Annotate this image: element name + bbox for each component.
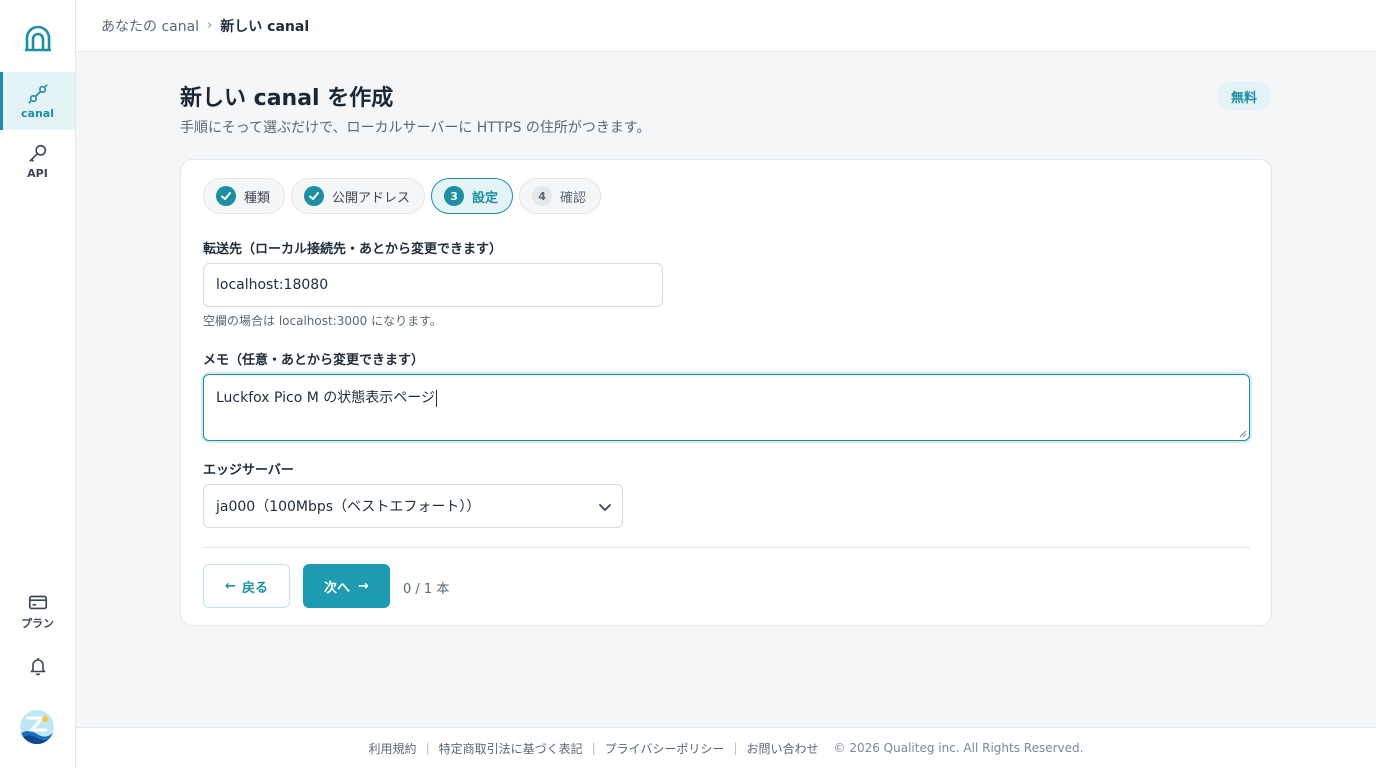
step-number: 3 <box>444 186 465 206</box>
plan-badge: 無料 <box>1217 81 1271 111</box>
page-subtitle: 手順にそって選ぶだけで、ローカルサーバーに HTTPS の住所がつきます。 <box>180 120 651 136</box>
sidebar-item-plan[interactable]: プラン <box>0 582 75 640</box>
step-label: 設定 <box>472 190 499 206</box>
footer-separator: | <box>591 741 596 755</box>
step-label: 公開アドレス <box>332 190 411 206</box>
wizard-card: 種類 公開アドレス 3 設定 4 確認 転送先（ローカル接続先・あとから変更でき… <box>180 159 1272 626</box>
link-icon <box>27 83 48 104</box>
footer-link-privacy[interactable]: プライバシーポリシー <box>605 740 725 757</box>
footer-separator: | <box>733 741 738 755</box>
sidebar: canal API プラン <box>0 0 76 768</box>
next-button-label: 次へ <box>324 580 351 596</box>
memo-value: Luckfox Pico M の状態表示ページ <box>216 390 436 406</box>
sidebar-item-api[interactable]: API <box>0 132 75 190</box>
key-icon <box>28 144 46 162</box>
check-icon <box>216 186 236 206</box>
step-label: 確認 <box>560 190 587 206</box>
memo-textarea[interactable]: Luckfox Pico M の状態表示ページ <box>203 374 1250 441</box>
next-button[interactable]: 次へ → <box>303 564 390 608</box>
step-public-address[interactable]: 公開アドレス <box>291 178 426 214</box>
step-confirm[interactable]: 4 確認 <box>519 178 602 214</box>
step-indicator: 種類 公開アドレス 3 設定 4 確認 <box>203 178 602 214</box>
bell-icon[interactable] <box>28 656 48 676</box>
sidebar-item-label: API <box>27 166 48 180</box>
forward-label: 転送先（ローカル接続先・あとから変更できます） <box>203 242 503 257</box>
resize-handle-icon[interactable] <box>1239 430 1247 438</box>
sidebar-item-label: canal <box>21 106 54 120</box>
sidebar-item-canal[interactable]: canal <box>0 72 75 130</box>
breadcrumb: あなたの canal › 新しい canal <box>101 16 309 36</box>
footer-link-contact[interactable]: お問い合わせ <box>746 740 818 757</box>
footer-separator: | <box>425 741 430 755</box>
chevron-right-icon: › <box>207 18 213 33</box>
breadcrumb-parent[interactable]: あなたの canal <box>101 16 199 36</box>
step-type[interactable]: 種類 <box>203 178 286 214</box>
check-icon <box>304 186 325 206</box>
memo-label: メモ（任意・あとから変更できます） <box>203 353 425 368</box>
forward-value: localhost:18080 <box>216 277 329 293</box>
logo-icon[interactable] <box>24 24 52 52</box>
arrow-right-icon: → <box>358 578 369 594</box>
back-button-label: 戻る <box>241 580 268 596</box>
divider <box>203 547 1250 548</box>
footer-link-commerce[interactable]: 特定商取引法に基づく表記 <box>439 740 583 757</box>
card-icon <box>28 595 47 610</box>
back-button[interactable]: ← 戻る <box>203 564 290 608</box>
canal-count: 0 / 1 本 <box>403 582 450 597</box>
arrow-left-icon: ← <box>225 578 236 594</box>
step-label: 種類 <box>244 190 271 206</box>
footer: 利用規約 | 特定商取引法に基づく表記 | プライバシーポリシー | お問い合わ… <box>76 727 1376 768</box>
forward-input[interactable]: localhost:18080 <box>203 263 663 307</box>
avatar[interactable] <box>20 710 54 744</box>
edge-label: エッジサーバー <box>203 463 294 478</box>
page-title: 新しい canal を作成 <box>180 86 394 111</box>
copyright: © 2026 Qualiteg inc. All Rights Reserved… <box>833 741 1084 755</box>
chevron-down-icon <box>599 504 611 511</box>
edge-value: ja000（100Mbps（ベストエフォート）） <box>216 499 481 515</box>
text-caret <box>436 389 438 407</box>
sidebar-item-label: プラン <box>21 617 54 630</box>
forward-help: 空欄の場合は localhost:3000 になります。 <box>203 314 442 328</box>
breadcrumb-current: 新しい canal <box>220 18 310 35</box>
edge-select[interactable]: ja000（100Mbps（ベストエフォート）） <box>203 484 623 528</box>
step-number: 4 <box>532 186 553 206</box>
step-settings[interactable]: 3 設定 <box>431 178 514 214</box>
footer-link-terms[interactable]: 利用規約 <box>369 740 417 757</box>
top-bar: あなたの canal › 新しい canal <box>76 0 1376 52</box>
